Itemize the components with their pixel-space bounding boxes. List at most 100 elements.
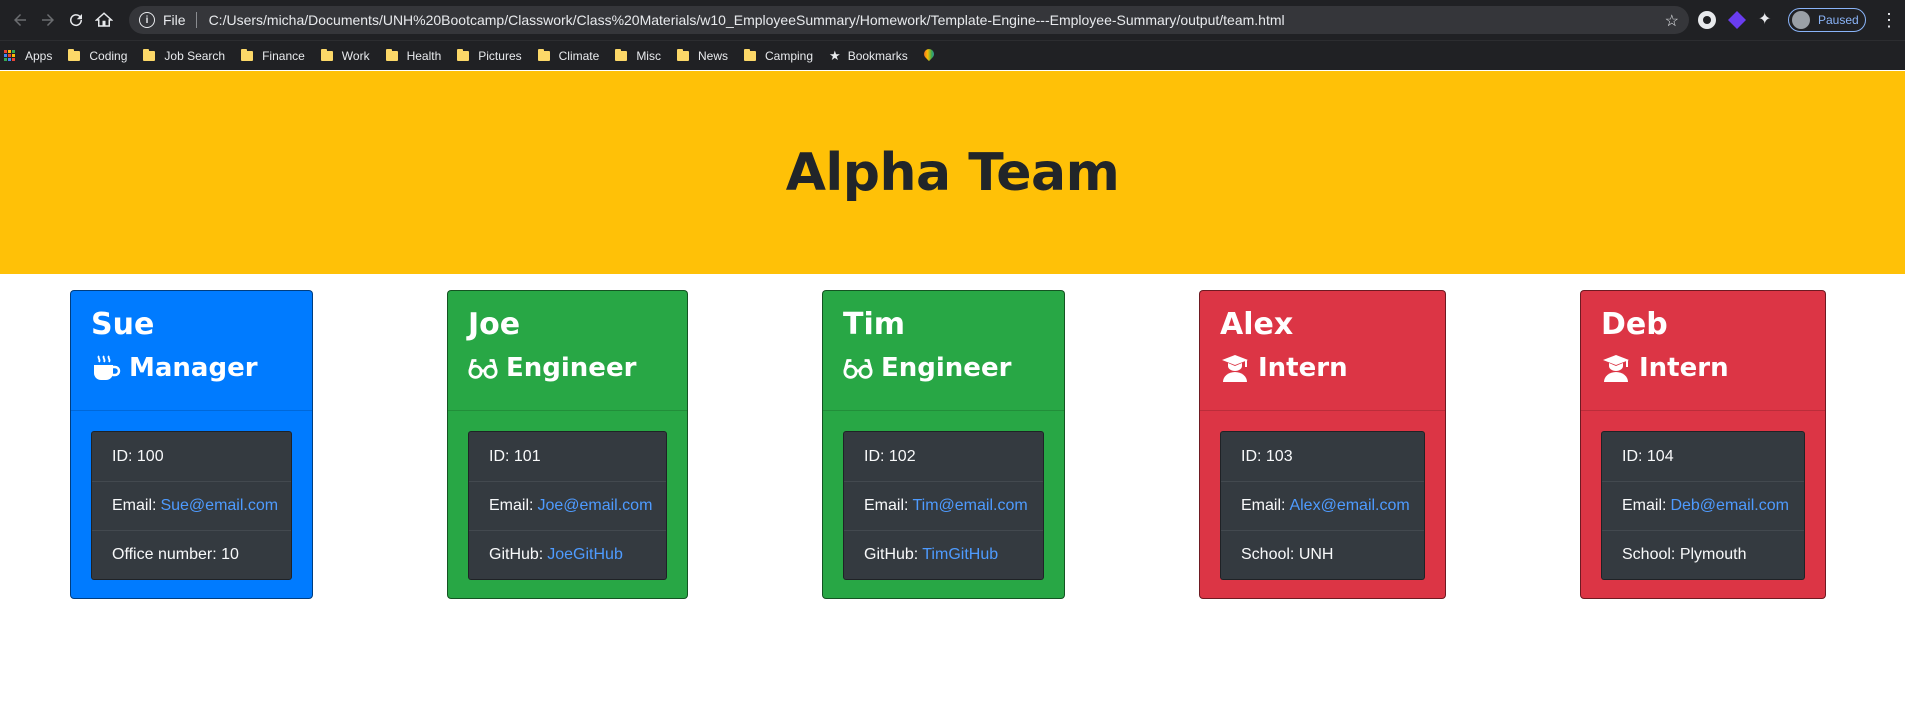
folder-icon — [744, 48, 756, 61]
bookmark-climate[interactable]: Climate — [537, 48, 600, 63]
reload-button[interactable] — [62, 6, 90, 34]
bookmark-coding[interactable]: Coding — [68, 48, 128, 63]
bookmark-label: Work — [341, 48, 370, 63]
bookmark-label: Misc — [636, 48, 661, 63]
list-item-school: School: Plymouth — [1602, 530, 1804, 579]
bookmark-finance[interactable]: Finance — [241, 48, 305, 63]
bookmark-label: Health — [406, 48, 442, 63]
employee-name: Sue — [91, 307, 155, 342]
email-link[interactable]: Tim@email.com — [912, 497, 1027, 515]
github-prefix: GitHub: — [864, 546, 919, 563]
bookmark-label: Finance — [262, 48, 305, 63]
employee-role: Manager — [91, 348, 292, 388]
graduate-icon — [1603, 355, 1629, 382]
home-button[interactable] — [90, 6, 118, 34]
list-item-office: Office number: 10 — [92, 530, 291, 579]
list-item-id: ID: 102 — [844, 432, 1043, 481]
profile-status: Paused — [1818, 13, 1859, 27]
bookmark-label: Climate — [558, 48, 600, 63]
card-header: Alex Intern — [1200, 291, 1445, 411]
github-link[interactable]: TimGitHub — [922, 546, 998, 564]
email-link[interactable]: Deb@email.com — [1670, 497, 1789, 515]
puzzle-icon[interactable]: ✦ — [1758, 9, 1776, 28]
list-item-id: ID: 103 — [1221, 432, 1424, 481]
id-text: ID: 101 — [489, 447, 541, 465]
school-text: School: Plymouth — [1622, 546, 1747, 563]
bookmark-misc[interactable]: Misc — [615, 48, 661, 63]
profile-button[interactable]: Paused — [1788, 8, 1866, 32]
list-item-email: Email: Sue@email.com — [92, 481, 291, 530]
id-text: ID: 104 — [1622, 447, 1674, 465]
folder-icon — [676, 48, 689, 61]
reload-icon — [70, 14, 83, 27]
id-text: ID: 100 — [112, 447, 164, 465]
github-link[interactable]: JoeGitHub — [547, 546, 623, 564]
omnibox-divider — [195, 12, 197, 28]
employee-role: Intern — [1220, 348, 1425, 388]
kebab-menu-icon[interactable]: ⋮ — [1880, 8, 1898, 32]
role-label: Intern — [1639, 353, 1729, 383]
employee-role: Engineer — [468, 348, 667, 388]
bookmark-label: Camping — [765, 48, 814, 63]
extension-gem-icon[interactable] — [1728, 11, 1746, 29]
folder-icon — [457, 48, 470, 61]
email-link[interactable]: Joe@email.com — [537, 497, 652, 515]
email-prefix: Email: — [1241, 497, 1286, 514]
employee-card-intern: Alex Intern ID: 103 Email: Alex@email.com… — [1199, 290, 1446, 599]
address-bar[interactable]: i File C:/Users/micha/Documents/UNH%20Bo… — [129, 6, 1689, 34]
list-item-id: ID: 101 — [469, 432, 666, 481]
email-prefix: Email: — [112, 497, 157, 514]
list-item-id: ID: 100 — [92, 432, 291, 481]
coffee-mug-icon — [94, 355, 121, 380]
list-item-github: GitHub: TimGitHub — [844, 530, 1043, 579]
employee-name: Deb — [1601, 307, 1668, 342]
bookmark-star-icon[interactable]: ☆ — [1665, 11, 1679, 31]
employee-card-intern: Deb Intern ID: 104 Email: Deb@email.com S… — [1580, 290, 1826, 599]
bookmark-camping[interactable]: Camping — [744, 48, 814, 63]
info-list: ID: 100 Email: Sue@email.com Office numbe… — [91, 431, 292, 580]
browser-toolbar: i File C:/Users/micha/Documents/UNH%20Bo… — [0, 0, 1905, 40]
glasses-icon — [843, 359, 873, 379]
school-text: School: UNH — [1241, 546, 1334, 563]
back-button[interactable] — [6, 6, 34, 34]
bookmark-apps[interactable]: Apps — [4, 49, 52, 63]
star-icon: ★ — [829, 47, 841, 63]
list-item-email: Email: Deb@email.com — [1602, 481, 1804, 530]
info-list: ID: 104 Email: Deb@email.com School: Plym… — [1601, 431, 1805, 580]
bookmark-pictures[interactable]: Pictures — [457, 48, 522, 63]
list-item-email: Email: Joe@email.com — [469, 481, 666, 530]
arrow-right-icon — [42, 14, 54, 26]
info-icon[interactable]: i — [139, 12, 155, 28]
bookmark-work[interactable]: Work — [320, 48, 370, 63]
bookmark-label: Coding — [89, 48, 128, 63]
employee-card-engineer: Joe Engineer ID: 101 Email: Joe@email.com… — [447, 290, 688, 599]
list-item-school: School: UNH — [1221, 530, 1424, 579]
maps-pin-icon — [924, 49, 934, 63]
bookmark-label: Pictures — [478, 48, 522, 63]
employee-name: Joe — [468, 307, 521, 342]
bookmark-job-search[interactable]: Job Search — [143, 48, 226, 63]
folder-icon — [241, 48, 254, 61]
arrow-left-icon — [14, 14, 26, 26]
employee-card-manager: Sue Manager ID: 100 Email: Sue@email.com … — [70, 290, 313, 599]
bookmark-news[interactable]: News — [676, 48, 728, 63]
id-text: ID: 103 — [1241, 447, 1293, 465]
list-item-email: Email: Tim@email.com — [844, 481, 1043, 530]
email-prefix: Email: — [489, 497, 534, 514]
home-icon — [95, 12, 113, 27]
bookmark-bookmarks[interactable]: ★ Bookmarks — [829, 48, 908, 64]
extension-icon[interactable] — [1698, 11, 1716, 29]
role-label: Manager — [129, 353, 258, 383]
bookmark-label: Job Search — [164, 48, 226, 63]
forward-button[interactable] — [34, 6, 62, 34]
page-header: Alpha Team — [0, 71, 1905, 274]
employee-card-engineer: Tim Engineer ID: 102 Email: Tim@email.com… — [822, 290, 1065, 599]
bookmark-label: News — [697, 48, 728, 63]
email-link[interactable]: Sue@email.com — [160, 497, 278, 515]
url-text[interactable]: C:/Users/micha/Documents/UNH%20Bootcamp/… — [209, 12, 1285, 28]
bookmark-health[interactable]: Health — [385, 48, 442, 63]
email-prefix: Email: — [1622, 497, 1667, 514]
bookmark-maps[interactable] — [924, 49, 934, 63]
email-link[interactable]: Alex@email.com — [1289, 497, 1409, 515]
role-label: Engineer — [881, 353, 1012, 383]
